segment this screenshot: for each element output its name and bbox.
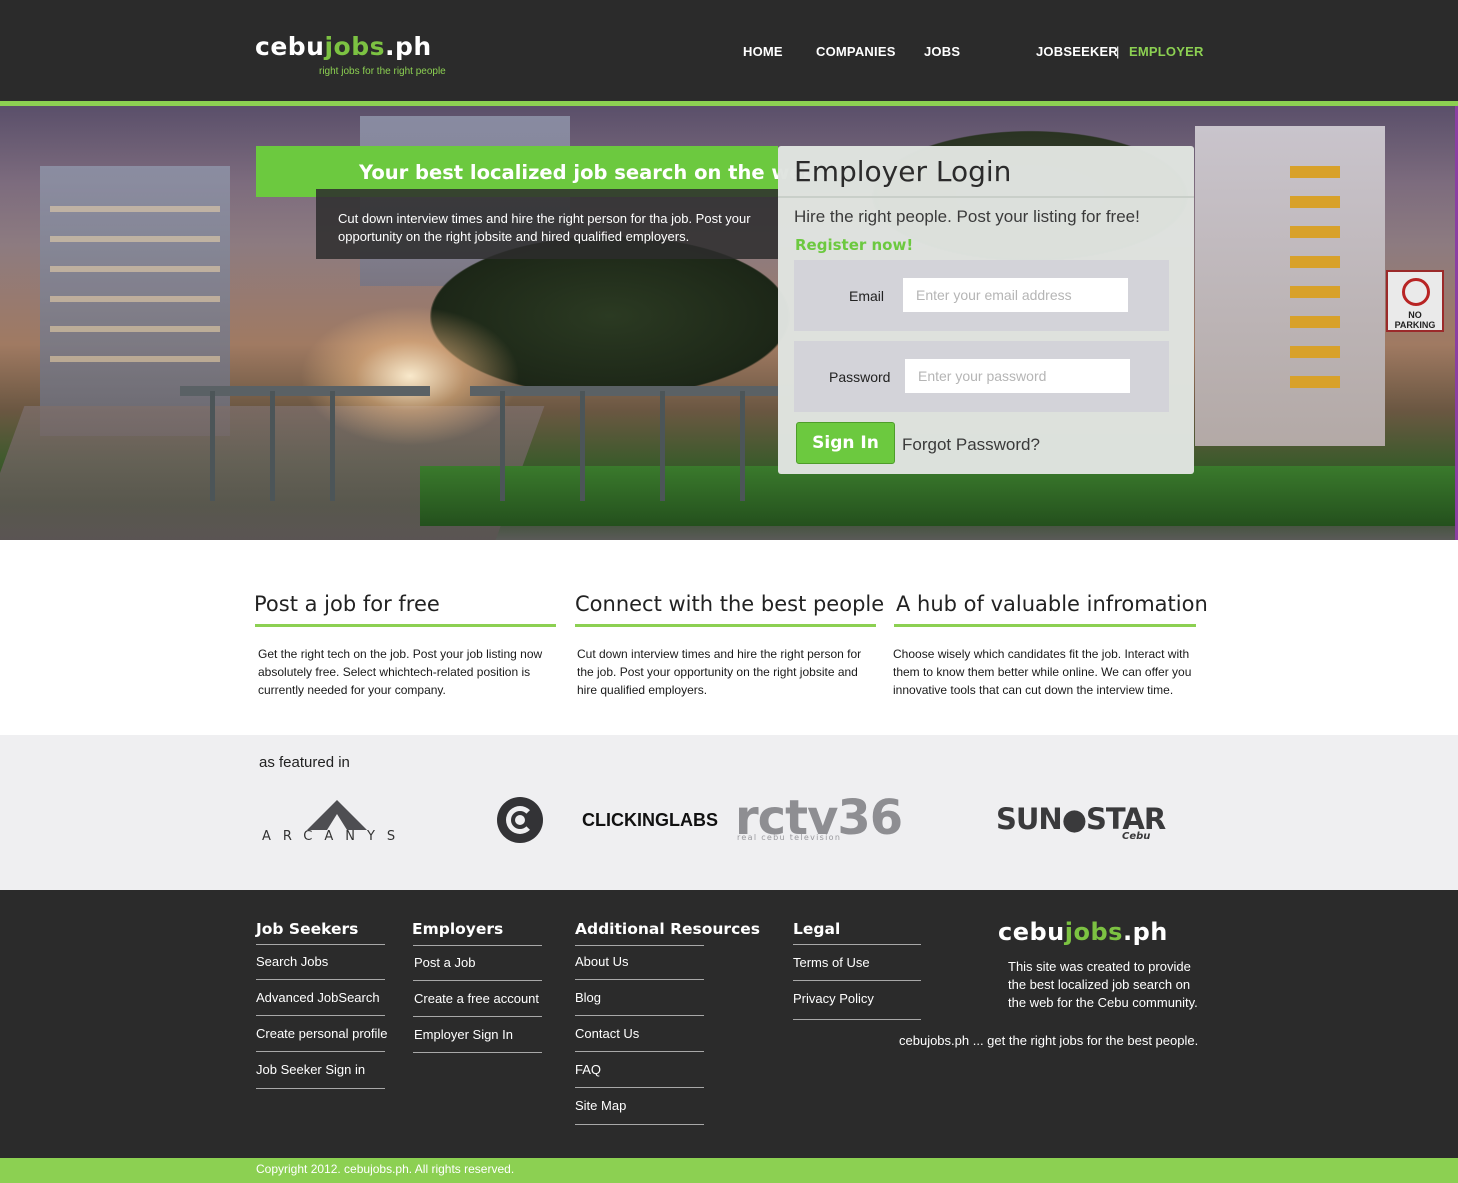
feature-divider: [894, 624, 1196, 627]
feature-title-post-job: Post a job for free: [254, 592, 440, 616]
footer-link-advanced-jobsearch[interactable]: Advanced JobSearch: [256, 990, 380, 1005]
sign-text-no: NO: [1408, 310, 1422, 320]
footer-link-terms-of-use[interactable]: Terms of Use: [793, 955, 870, 970]
nav-home[interactable]: HOME: [743, 44, 783, 59]
password-label: Password: [829, 369, 891, 385]
hero-headline: Your best localized job search on the we…: [359, 161, 824, 184]
feature-text-connect: Cut down interview times and hire the ri…: [577, 647, 862, 697]
nav-companies[interactable]: COMPANIES: [816, 44, 896, 59]
featured-in-label: as featured in: [259, 754, 350, 771]
footer-logo-text-ph: .ph: [1122, 918, 1168, 946]
footer-link-site-map[interactable]: Site Map: [575, 1098, 626, 1113]
feature-title-hub: A hub of valuable infromation: [896, 592, 1208, 616]
site-logo[interactable]: cebujobs.ph: [255, 32, 432, 61]
footer-link-create-account[interactable]: Create a free account: [414, 991, 539, 1006]
footer-link-contact-us[interactable]: Contact Us: [575, 1026, 639, 1041]
forgot-password-link[interactable]: Forgot Password?: [902, 435, 1040, 455]
login-title: Employer Login: [794, 155, 1012, 188]
footer-link-faq[interactable]: FAQ: [575, 1062, 601, 1077]
nav-separator: |: [1116, 44, 1120, 59]
logo-text-ph: .ph: [385, 32, 432, 61]
password-input[interactable]: [905, 359, 1130, 393]
footer-link-create-profile[interactable]: Create personal profile: [256, 1026, 388, 1041]
site-header: [0, 0, 1458, 101]
no-parking-sign: NO PARKING: [1386, 270, 1444, 332]
footer-link-job-seeker-signin[interactable]: Job Seeker Sign in: [256, 1062, 365, 1077]
sunstar-subtitle: Cebu: [1122, 831, 1151, 842]
logo-text-jobs: jobs: [324, 32, 385, 61]
feature-text-post-job: Get the right tech on the job. Post your…: [258, 647, 543, 697]
circle-c-logo-icon: [497, 797, 543, 843]
feature-divider: [575, 624, 876, 627]
footer-title-employers: Employers: [412, 920, 504, 938]
hero-description: Cut down interview times and hire the ri…: [338, 211, 751, 244]
footer-logo[interactable]: cebujobs.ph: [998, 918, 1168, 946]
footer-description: This site was created to provide the bes…: [1008, 959, 1198, 1010]
feature-title-connect: Connect with the best people: [575, 592, 885, 616]
footer-title-job-seekers: Job Seekers: [256, 920, 359, 938]
feature-text-hub: Choose wisely which candidates fit the j…: [893, 647, 1192, 697]
nav-jobs[interactable]: JOBS: [924, 44, 960, 59]
footer-link-employer-signin[interactable]: Employer Sign In: [414, 1027, 513, 1042]
copyright-text: Copyright 2012. cebujobs.ph. All rights …: [256, 1162, 515, 1176]
nav-jobseeker[interactable]: JOBSEEKER: [1036, 44, 1118, 59]
site-tagline: right jobs for the right people: [319, 66, 446, 77]
rctv36-subtitle: real cebu television: [737, 833, 842, 842]
footer-logo-text-cebu: cebu: [998, 918, 1065, 946]
copyright-bar: [0, 1158, 1458, 1183]
register-link[interactable]: Register now!: [795, 236, 913, 254]
footer-title-legal: Legal: [793, 920, 841, 938]
arcanys-logo-text: ARCANYS: [262, 829, 408, 844]
login-divider: [778, 196, 1194, 198]
email-label: Email: [849, 288, 885, 304]
footer-link-blog[interactable]: Blog: [575, 990, 601, 1005]
login-subtitle: Hire the right people. Post your listing…: [794, 207, 1140, 226]
featured-in-section: [0, 735, 1458, 890]
nav-employer[interactable]: EMPLOYER: [1129, 44, 1204, 59]
footer-link-about-us[interactable]: About Us: [575, 954, 628, 969]
sign-text-parking: PARKING: [1394, 320, 1436, 330]
feature-divider: [255, 624, 556, 627]
footer-link-privacy-policy[interactable]: Privacy Policy: [793, 991, 874, 1006]
logo-text-cebu: cebu: [255, 32, 325, 61]
hero-grass: [420, 466, 1458, 526]
footer-link-search-jobs[interactable]: Search Jobs: [256, 954, 328, 969]
footer-title-additional-resources: Additional Resources: [575, 920, 761, 938]
footer-slogan: cebujobs.ph ... get the right jobs for t…: [899, 1033, 1199, 1048]
clickinglabs-logo: CLICKINGLABS: [582, 810, 718, 830]
email-input[interactable]: [903, 278, 1128, 312]
footer-logo-text-jobs: jobs: [1064, 918, 1123, 946]
footer-link-post-job[interactable]: Post a Job: [414, 955, 475, 970]
sign-in-button[interactable]: Sign In: [796, 422, 895, 464]
